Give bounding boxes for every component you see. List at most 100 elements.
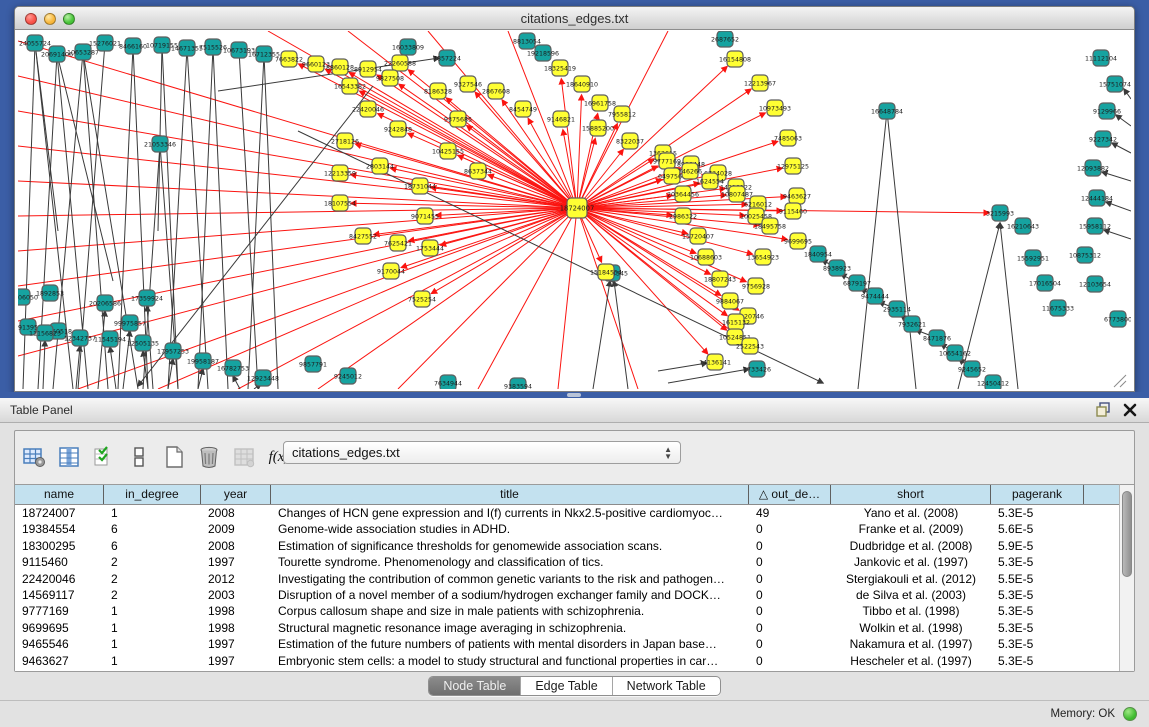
network-edge[interactable]	[1120, 381, 1126, 387]
delete-table-button[interactable]	[196, 444, 222, 470]
network-edge[interactable]	[110, 347, 116, 389]
table-selector-dropdown[interactable]: citations_edges.txt ▲▼	[283, 441, 681, 464]
table-cell[interactable]: 1	[104, 603, 201, 619]
column-header-short[interactable]: short	[831, 485, 991, 504]
table-cell[interactable]: Stergiakouli et al. (2012)	[831, 571, 991, 587]
column-header-year[interactable]: year	[201, 485, 271, 504]
network-edge[interactable]	[18, 208, 577, 286]
network-edge[interactable]	[356, 144, 577, 208]
network-edge[interactable]	[668, 369, 749, 383]
table-cell[interactable]: Estimation of significance thresholds fo…	[271, 538, 749, 554]
network-edge[interactable]	[558, 208, 577, 389]
network-edge[interactable]	[198, 47, 213, 389]
network-edge[interactable]	[593, 281, 610, 389]
table-row[interactable]: 1872400712008Changes of HCN gene express…	[15, 505, 1119, 521]
table-cell[interactable]: 5.6E-5	[991, 521, 1084, 537]
table-cell[interactable]: 1	[104, 505, 201, 521]
network-edge[interactable]	[168, 48, 187, 389]
network-edge[interactable]	[577, 208, 708, 354]
table-cell[interactable]: Hescheler et al. (1997)	[831, 653, 991, 669]
network-edge[interactable]	[187, 48, 208, 389]
table-cell[interactable]: 9463627	[15, 653, 104, 669]
table-cell[interactable]: Jankovic et al. (1997)	[831, 554, 991, 570]
table-cell[interactable]: Structural magnetic resonance image aver…	[271, 620, 749, 636]
network-edge[interactable]	[614, 281, 628, 389]
network-canvas[interactable]: 2405572420691406106532871527602184661601…	[18, 31, 1131, 389]
scrollbar-thumb[interactable]	[1122, 491, 1132, 577]
table-cell[interactable]: 22420046	[15, 571, 104, 587]
network-edge[interactable]	[1000, 223, 1018, 389]
table-cell[interactable]: 9465546	[15, 636, 104, 652]
table-cell[interactable]: 5.3E-5	[991, 505, 1084, 521]
network-edge[interactable]	[858, 111, 887, 389]
table-cell[interactable]: 18300295	[15, 538, 104, 554]
tab-node-table[interactable]: Node Table	[429, 677, 521, 695]
table-cell[interactable]: 2008	[201, 538, 271, 554]
tab-network-table[interactable]: Network Table	[613, 677, 720, 695]
table-cell[interactable]: 1998	[201, 603, 271, 619]
network-edge[interactable]	[1116, 115, 1131, 126]
float-panel-icon[interactable]	[1096, 402, 1111, 417]
table-cell[interactable]: 2	[104, 587, 201, 603]
network-edge[interactable]	[1124, 89, 1131, 99]
network-edge[interactable]	[1114, 375, 1126, 387]
show-columns-button[interactable]	[56, 444, 82, 470]
column-header-out_de[interactable]: △ out_de…	[749, 485, 831, 504]
network-edge[interactable]	[18, 181, 577, 208]
table-cell[interactable]: 6	[104, 521, 201, 537]
column-header-name[interactable]: name	[15, 485, 104, 504]
table-cell[interactable]: Wolkin et al. (1998)	[831, 620, 991, 636]
network-edge[interactable]	[431, 208, 577, 293]
select-visible-columns-button[interactable]	[91, 444, 117, 470]
table-cell[interactable]: 5.3E-5	[991, 554, 1084, 570]
table-cell[interactable]: Disruption of a novel member of a sodium…	[271, 587, 749, 603]
table-cell[interactable]: 2	[104, 571, 201, 587]
table-row[interactable]: 1938455462009Genome-wide association stu…	[15, 521, 1119, 537]
close-panel-icon[interactable]	[1123, 403, 1137, 417]
table-cell[interactable]: Corpus callosum shape and size in male p…	[271, 603, 749, 619]
table-cell[interactable]: 18724007	[15, 505, 104, 521]
table-row[interactable]: 2242004622012Investigating the contribut…	[15, 571, 1119, 587]
table-cell[interactable]: 0	[749, 653, 831, 669]
table-row[interactable]: 946554611997Estimation of the future num…	[15, 636, 1119, 652]
splitter-handle[interactable]	[567, 393, 581, 397]
table-cell[interactable]: 1	[104, 653, 201, 669]
table-cell[interactable]: 6	[104, 538, 201, 554]
table-vertical-scrollbar[interactable]	[1119, 484, 1134, 671]
column-header-in_degree[interactable]: in_degree	[104, 485, 201, 504]
table-row[interactable]: 977716911998Corpus callosum shape and si…	[15, 603, 1119, 619]
table-row[interactable]: 946362711997Embryonic stem cells: a mode…	[15, 653, 1119, 669]
table-cell[interactable]: Changes of HCN gene expression and I(f) …	[271, 505, 749, 521]
table-cell[interactable]: 5.3E-5	[991, 587, 1084, 603]
table-cell[interactable]: 2003	[201, 587, 271, 603]
network-graph[interactable]: 2405572420691406106532871527602184661601…	[18, 31, 1131, 389]
table-cell[interactable]: 0	[749, 587, 831, 603]
table-cell[interactable]: 0	[749, 571, 831, 587]
table-row[interactable]: 969969511998Structural magnetic resonanc…	[15, 620, 1119, 636]
network-edge[interactable]	[563, 130, 577, 208]
table-cell[interactable]: Nakamura et al. (1997)	[831, 636, 991, 652]
table-cell[interactable]: 0	[749, 554, 831, 570]
table-cell[interactable]: Tibbo et al. (1998)	[831, 603, 991, 619]
table-cell[interactable]: 14569117	[15, 587, 104, 603]
table-cell[interactable]: 49	[749, 505, 831, 521]
table-cell[interactable]: Embryonic stem cells: a model to study s…	[271, 653, 749, 669]
table-cell[interactable]: 0	[749, 521, 831, 537]
network-edge[interactable]	[887, 111, 916, 389]
table-cell[interactable]: Estimation of the future numbers of pati…	[271, 636, 749, 652]
table-row[interactable]: 1830029562008Estimation of significance …	[15, 538, 1119, 554]
table-cell[interactable]: 5.3E-5	[991, 636, 1084, 652]
table-cell[interactable]: 0	[749, 620, 831, 636]
network-edge[interactable]	[349, 73, 577, 208]
network-edge[interactable]	[98, 311, 105, 389]
table-cell[interactable]: Yano et al. (2008)	[831, 505, 991, 521]
table-cell[interactable]: 5.3E-5	[991, 620, 1084, 636]
table-cell[interactable]: 2008	[201, 505, 271, 521]
network-edge[interactable]	[239, 50, 258, 389]
table-cell[interactable]: 1	[104, 636, 201, 652]
table-cell[interactable]: 1997	[201, 653, 271, 669]
table-cell[interactable]: de Silva et al. (2003)	[831, 587, 991, 603]
table-row[interactable]: 911546021997Tourette syndrome. Phenomeno…	[15, 554, 1119, 570]
table-cell[interactable]: 19384554	[15, 521, 104, 537]
table-cell[interactable]: 9115460	[15, 554, 104, 570]
